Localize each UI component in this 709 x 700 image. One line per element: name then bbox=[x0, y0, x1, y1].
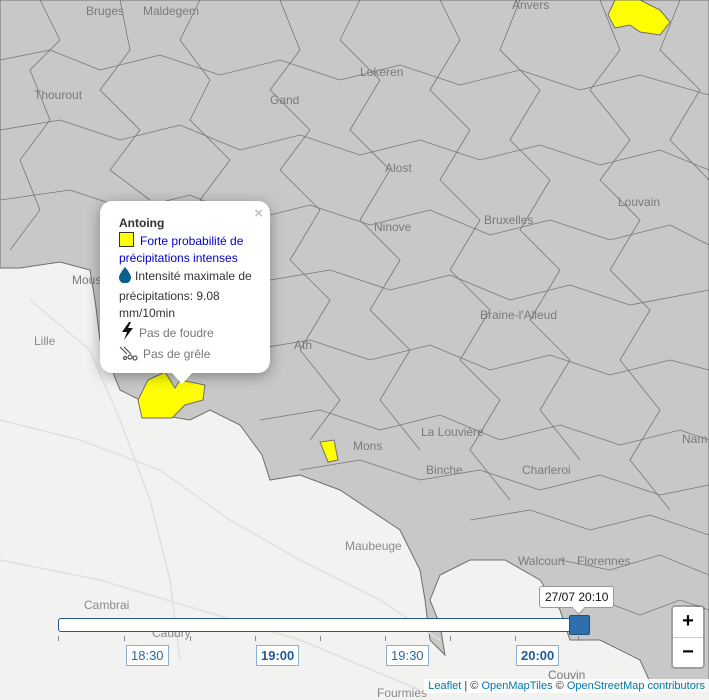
city-label-bruxelles: Bruxelles bbox=[484, 213, 534, 227]
city-label-alost: Alost bbox=[385, 161, 412, 175]
popup-title: Antoing bbox=[119, 216, 165, 230]
city-label-lokeren: Lokeren bbox=[360, 65, 404, 79]
zoom-control: + − bbox=[671, 605, 705, 669]
popup-hail-row: Pas de grêle bbox=[119, 345, 259, 366]
zoom-in-button[interactable]: + bbox=[673, 607, 703, 638]
timeline-tick bbox=[58, 636, 59, 641]
city-label-ath: Ath bbox=[294, 338, 313, 352]
timeline-label-1830[interactable]: 18:30 bbox=[126, 645, 169, 666]
map-attribution: Leaflet | © OpenMapTiles © OpenStreetMap… bbox=[424, 679, 709, 693]
timeline-tick bbox=[385, 636, 386, 641]
hail-icon bbox=[119, 345, 139, 366]
openstreetmap-link[interactable]: OpenStreetMap contributors bbox=[567, 680, 705, 692]
info-popup: × Antoing Forte probabilité de précipita… bbox=[100, 201, 270, 384]
raindrop-icon bbox=[119, 267, 131, 288]
city-label-gand: Gand bbox=[270, 93, 300, 107]
city-label-lille: Lille bbox=[34, 334, 56, 348]
city-label-louvain: Louvain bbox=[618, 195, 661, 209]
popup-intensity-text: Intensité maximale de précipitations: 9.… bbox=[119, 269, 252, 320]
alert-swatch-icon bbox=[119, 232, 134, 247]
city-label-charleroi: Charleroi bbox=[522, 463, 571, 477]
timeline-label-2000[interactable]: 20:00 bbox=[516, 645, 560, 666]
city-label-bruges: Bruges bbox=[86, 4, 125, 18]
timeline-track[interactable] bbox=[58, 618, 580, 632]
popup-tip bbox=[171, 372, 193, 384]
popup-alert-text: Forte probabilité de précipitations inte… bbox=[119, 234, 244, 265]
popup-hail-text: Pas de grêle bbox=[143, 347, 211, 361]
city-label-mouscron: Mous bbox=[72, 273, 102, 287]
city-label-maubeuge: Maubeuge bbox=[345, 539, 402, 553]
city-label-ninove: Ninove bbox=[374, 220, 412, 234]
city-label-braine: Braine-l'Alleud bbox=[480, 308, 557, 322]
timeline-label-1930[interactable]: 19:30 bbox=[386, 645, 429, 666]
city-label-walcourt: Walcourt bbox=[518, 554, 565, 568]
city-label-thourout: Thourout bbox=[34, 88, 83, 102]
zoom-out-button[interactable]: − bbox=[673, 638, 703, 668]
timeline-tick bbox=[124, 636, 125, 641]
city-label-florennes: Florennes bbox=[577, 554, 631, 568]
popup-intensity-row: Intensité maximale de précipitations: 9.… bbox=[119, 267, 259, 322]
city-label-anvers: Anvers bbox=[512, 0, 550, 12]
city-label-maldegem: Maldegem bbox=[143, 4, 200, 18]
popup-alert-row: Forte probabilité de précipitations inte… bbox=[119, 232, 259, 267]
timeline-handle[interactable] bbox=[569, 615, 590, 635]
timeline-current-time: 27/07 20:10 bbox=[539, 586, 615, 608]
timeline-label-1900[interactable]: 19:00 bbox=[256, 645, 300, 666]
timeline-tick bbox=[190, 636, 191, 641]
city-label-binche: Binche bbox=[426, 463, 463, 477]
popup-lightning-text: Pas de foudre bbox=[139, 326, 214, 340]
attribution-separator-2: © bbox=[552, 680, 567, 692]
timeline-tick bbox=[450, 636, 451, 641]
timeline-tick bbox=[578, 636, 579, 641]
city-label-namur: Nam bbox=[682, 432, 708, 446]
attribution-separator-1: | © bbox=[461, 680, 482, 692]
leaflet-link[interactable]: Leaflet bbox=[428, 680, 461, 692]
timeline-tick bbox=[255, 636, 256, 641]
city-label-fourmies: Fourmies bbox=[377, 686, 428, 700]
city-label-mons: Mons bbox=[353, 439, 383, 453]
timeline-tick bbox=[515, 636, 516, 641]
timeline-tick bbox=[320, 636, 321, 641]
lightning-icon bbox=[119, 322, 135, 345]
openmaptiles-link[interactable]: OpenMapTiles bbox=[481, 680, 552, 692]
popup-lightning-row: Pas de foudre bbox=[119, 322, 259, 345]
city-label-lalouviere: La Louvière bbox=[421, 425, 484, 439]
city-label-cambrai: Cambrai bbox=[84, 598, 130, 612]
